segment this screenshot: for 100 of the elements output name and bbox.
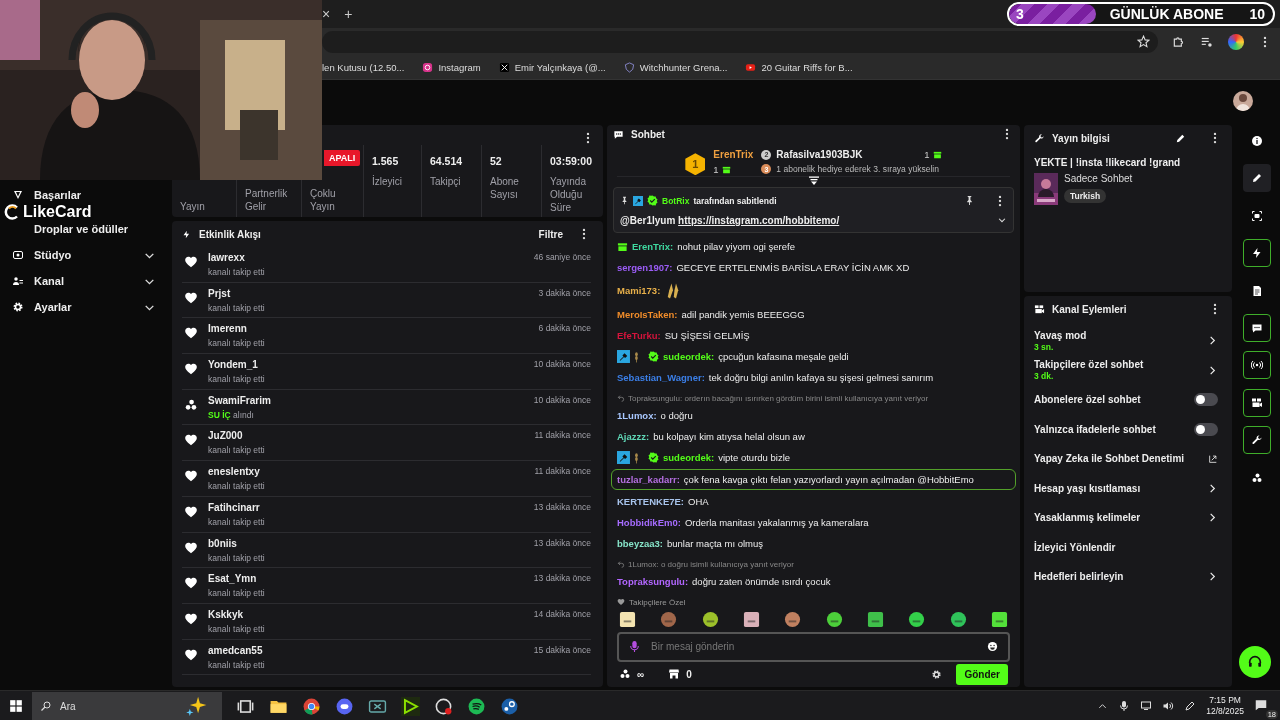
bookmark[interactable]: Instagram	[422, 61, 481, 73]
chat-message-text: çok fena kavga çıktı felan yazıyorlardı yayın açılmadan @HobbitEmo	[683, 472, 974, 486]
heart-icon	[184, 647, 198, 662]
sponsor-logo: LikeCard	[23, 204, 92, 220]
send-button[interactable]: Gönder	[956, 663, 1008, 685]
channel-action-item[interactable]: Yasaklanmış kelimeler	[1034, 503, 1222, 533]
rank-badge: 1	[685, 153, 706, 176]
stats-tab[interactable]: Çoklu Yayın	[310, 187, 355, 217]
sidebar-tool-button[interactable]	[1243, 313, 1271, 342]
metric-label: Yayında Olduğu Süre	[550, 175, 587, 214]
message-input[interactable]: Bir mesaj gönderin	[617, 631, 1010, 662]
broadcast-icon	[1251, 359, 1263, 372]
chat-message-text: çpcuğun kafasına meşale geldi	[718, 349, 849, 363]
clock-time: 7:15 PM	[1209, 695, 1241, 706]
channel-action-item[interactable]: İzleyici Yönlendir	[1034, 532, 1222, 562]
channel-action-item[interactable]: Hedefleri belirleyin	[1034, 562, 1222, 592]
pen-icon[interactable]	[1184, 700, 1197, 712]
sidebar-tool-button[interactable]	[1243, 388, 1271, 417]
sidebar-item[interactable]: Droplar ve ödüller	[0, 220, 170, 238]
chat-username: Sebastian_Wagner:	[617, 370, 705, 384]
emote-icon[interactable]	[908, 610, 926, 628]
sidebar-item[interactable]: Stüdyo	[0, 242, 170, 268]
camera-logo-icon	[422, 61, 434, 73]
chat-message-text: tek doğru bilgi anılın kafaya su şişesi gelmesi sanırım	[708, 370, 934, 384]
edit-icon[interactable]	[1175, 132, 1186, 144]
gem-icon	[12, 189, 24, 201]
support-button[interactable]	[1239, 646, 1271, 678]
stats-tab[interactable]: Partnerlik Gelir	[245, 187, 293, 217]
event-username: lawrexx	[208, 252, 246, 263]
event-username: amedcan55	[208, 644, 264, 656]
emote-icon[interactable]	[990, 610, 1008, 628]
gift-icon	[932, 150, 942, 160]
chat-app-icon[interactable]	[335, 696, 354, 716]
network-icon[interactable]	[1140, 700, 1153, 712]
speaker-icon[interactable]	[1162, 700, 1175, 712]
profile-avatar[interactable]	[1228, 33, 1244, 50]
channel-action-item[interactable]: Yapay Zeka ile Sohbet Denetimi	[1034, 444, 1222, 474]
play-arrow-icon[interactable]	[401, 696, 420, 716]
emote-icon[interactable]	[825, 610, 843, 628]
bookmark[interactable]: 20 Guitar Riffs for B...	[745, 61, 853, 73]
emote-icon[interactable]	[866, 610, 884, 628]
event-time: 11 dakika önce	[534, 430, 591, 441]
emote-icon[interactable]	[701, 610, 719, 628]
windows-start-icon[interactable]	[9, 699, 23, 713]
puzzle-icon[interactable]	[1172, 34, 1186, 49]
new-tab-button[interactable]: +	[344, 6, 353, 22]
chat-username: 1Lumox:	[617, 408, 657, 422]
event-action: kanalı takip etti	[208, 302, 266, 313]
sidebar-item[interactable]: Başarılar	[0, 186, 170, 204]
record-icon[interactable]	[434, 696, 453, 716]
sidebar-tool-button[interactable]	[1243, 239, 1271, 268]
pinned-link[interactable]: https://instagram.com/hobbitemo/	[678, 214, 840, 226]
close-tab-button[interactable]: ×	[322, 6, 331, 22]
sidebar-tool-button[interactable]	[1243, 351, 1271, 380]
channel-action-item[interactable]: Yavaş mod 3 sn.	[1034, 326, 1222, 356]
emoji-icon[interactable]	[987, 641, 998, 653]
channel-action-item[interactable]: Takipçilere özel sohbet 3 dk.	[1034, 355, 1222, 385]
music-app-icon[interactable]	[467, 696, 486, 716]
stats-tab[interactable]: Yayın	[180, 200, 228, 217]
chat-bubble-icon	[613, 128, 624, 140]
event-username: Fatihcinarr	[208, 501, 261, 513]
wrench-icon	[1034, 132, 1045, 144]
filter-button[interactable]: Filtre	[538, 228, 563, 240]
store-icon[interactable]	[668, 668, 681, 681]
event-time: 14 dakika önce	[533, 608, 591, 619]
toggle-switch[interactable]	[1194, 393, 1218, 407]
scroll-down-icon[interactable]	[807, 174, 820, 187]
channel-action-item[interactable]: Yalnızca ifadelerle sohbet	[1034, 414, 1222, 444]
event-username: SwamiFrarim	[208, 394, 272, 406]
bookmark[interactable]: Witchhunter Grena...	[623, 61, 728, 73]
emote-icon[interactable]	[743, 610, 760, 628]
external-link-icon	[1208, 453, 1218, 464]
unpin-icon[interactable]	[964, 195, 975, 207]
channel-action-item[interactable]: Abonelere özel sohbet	[1034, 385, 1222, 415]
game-store-icon[interactable]	[500, 696, 519, 716]
browser-icon[interactable]	[302, 696, 321, 716]
emote-icon[interactable]	[949, 610, 967, 628]
dots-icon[interactable]	[619, 668, 631, 681]
channel-action-item[interactable]: Hesap yaşı kısıtlaması	[1034, 473, 1222, 503]
chat-message-text: nohut pilav yiyom ogi şerefe	[677, 239, 795, 253]
heart-icon	[184, 362, 198, 377]
sidebar-tool-button[interactable]	[1243, 164, 1271, 193]
action-value: 3 dk.	[1034, 371, 1055, 382]
sidebar-item[interactable]: Kanal	[0, 268, 170, 294]
sidebar-tool-button[interactable]	[1243, 426, 1271, 455]
star-icon[interactable]	[1137, 35, 1150, 48]
event-action: kanalı takip etti	[208, 552, 266, 563]
chevron-right-icon	[1207, 482, 1218, 494]
gift-icon	[721, 165, 731, 175]
notification-icon[interactable]	[1254, 698, 1268, 712]
emote-icon[interactable]	[619, 610, 636, 628]
event-time: 13 dakika önce	[533, 501, 591, 512]
microphone-icon[interactable]	[1118, 700, 1131, 712]
taskbar-search-box[interactable]: Ara	[32, 692, 222, 720]
event-time: 10 dakika önce	[533, 359, 591, 370]
toggle-switch[interactable]	[1194, 422, 1218, 436]
settings-icon[interactable]	[931, 668, 943, 680]
bookmark[interactable]: len Kutusu (12.50...	[322, 61, 405, 73]
sidebar-item[interactable]: Ayarlar	[0, 294, 170, 320]
bookmark[interactable]: Emir Yalçınkaya (@...	[498, 61, 606, 73]
